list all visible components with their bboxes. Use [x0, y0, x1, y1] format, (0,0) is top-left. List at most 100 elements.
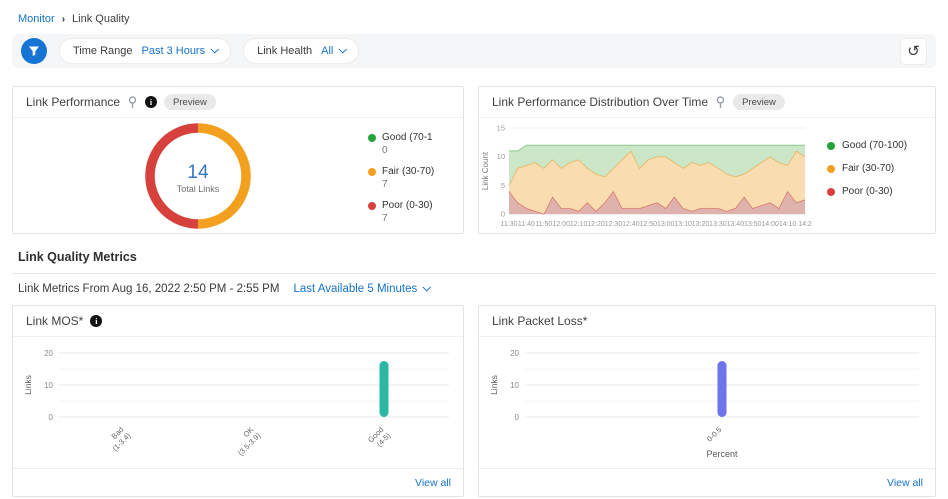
- preview-badge: Preview: [164, 94, 216, 110]
- legend-dot-icon: [368, 168, 376, 176]
- breadcrumb-separator-icon: ›: [62, 14, 65, 25]
- legend-label: Fair (30-70): [842, 163, 894, 174]
- distribution-card-header: Link Performance Distribution Over Time …: [479, 87, 935, 118]
- link-health-value: All: [321, 45, 333, 57]
- section-title: Link Quality Metrics: [18, 250, 930, 264]
- svg-text:10: 10: [510, 381, 519, 390]
- breadcrumb-current: Link Quality: [72, 13, 129, 25]
- link-mos-card-footer: View all: [13, 468, 463, 496]
- svg-text:13:50: 13:50: [744, 221, 762, 228]
- link-health-filter[interactable]: Link Health All: [243, 38, 359, 64]
- svg-text:0: 0: [501, 210, 505, 219]
- link-performance-card-header: Link Performance i Preview: [13, 87, 463, 118]
- metrics-timerange-text: Link Metrics From Aug 16, 2022 2:50 PM -…: [18, 283, 279, 295]
- time-range-value: Past 3 Hours: [142, 45, 206, 57]
- chevron-down-icon: [211, 45, 219, 53]
- time-range-filter[interactable]: Time Range Past 3 Hours: [59, 38, 231, 64]
- chevron-down-icon: [339, 45, 347, 53]
- pin-icon[interactable]: [715, 96, 726, 109]
- svg-text:Links: Links: [489, 375, 499, 395]
- svg-text:10: 10: [44, 381, 53, 390]
- link-performance-card: Link Performance i Preview 14Total Links…: [12, 86, 464, 234]
- donut-legend-item[interactable]: Poor (0-30) 7: [368, 200, 463, 224]
- area-legend-item[interactable]: Good (70-100): [827, 140, 907, 151]
- legend-label: Poor (0-30): [842, 186, 893, 197]
- filter-funnel-button[interactable]: [21, 38, 47, 64]
- svg-text:5: 5: [501, 181, 505, 190]
- pin-icon[interactable]: [127, 96, 138, 109]
- bottom-cards-row: Link MOS* i 01020LinksBad(1-3.4)OK(3.5-3…: [12, 305, 936, 497]
- svg-text:13:20: 13:20: [692, 221, 710, 228]
- chevron-down-icon: [423, 283, 431, 291]
- svg-text:11:50: 11:50: [535, 221, 552, 228]
- area-legend-item[interactable]: Poor (0-30): [827, 186, 907, 197]
- section-divider: [12, 273, 936, 274]
- svg-text:12:40: 12:40: [622, 221, 640, 228]
- svg-text:Percent: Percent: [706, 449, 738, 459]
- svg-text:12:50: 12:50: [640, 221, 658, 228]
- metrics-line: Link Metrics From Aug 16, 2022 2:50 PM -…: [18, 283, 930, 295]
- card-title: Link MOS*: [26, 314, 83, 328]
- svg-text:14:00: 14:00: [761, 221, 779, 228]
- distribution-card: Link Performance Distribution Over Time …: [478, 86, 936, 234]
- card-title: Link Performance Distribution Over Time: [492, 95, 708, 109]
- link-mos-card: Link MOS* i 01020LinksBad(1-3.4)OK(3.5-3…: [12, 305, 464, 497]
- funnel-icon: [28, 45, 40, 57]
- svg-text:14: 14: [187, 162, 209, 183]
- packet-loss-card-footer: View all: [479, 468, 935, 496]
- view-all-link[interactable]: View all: [887, 477, 923, 489]
- link-health-label: Link Health: [257, 45, 312, 57]
- breadcrumb-link-monitor[interactable]: Monitor: [18, 13, 55, 25]
- legend-dot-icon: [827, 165, 835, 173]
- time-window-selector[interactable]: Last Available 5 Minutes: [293, 283, 429, 295]
- time-range-label: Time Range: [73, 45, 133, 57]
- donut-legend-item[interactable]: Fair (30-70) 7: [368, 166, 463, 190]
- info-icon[interactable]: i: [145, 96, 157, 108]
- preview-badge: Preview: [733, 94, 785, 110]
- legend-dot-icon: [827, 188, 835, 196]
- svg-text:11:40: 11:40: [518, 221, 535, 228]
- link-mos-card-body: 01020LinksBad(1-3.4)OK(3.5-3.9)Good(4-5): [13, 337, 463, 468]
- svg-text:Links: Links: [23, 375, 33, 395]
- svg-text:0: 0: [515, 413, 520, 422]
- donut-legend: Good (70-1 0 Fair (30-70) 7 Poor (0-30) 7: [368, 118, 463, 234]
- top-cards-row: Link Performance i Preview 14Total Links…: [12, 86, 936, 234]
- reset-filters-button[interactable]: ↺: [900, 38, 927, 65]
- legend-label: Good (70-100): [842, 140, 907, 151]
- svg-text:14:10: 14:10: [779, 221, 797, 228]
- info-icon[interactable]: i: [90, 315, 102, 327]
- packet-loss-bar-chart: 0 10 20 Links 0-0.5 Percent: [479, 337, 927, 468]
- distribution-area-chart: 05101511:3011:4011:5012:0012:1012:2012:3…: [479, 118, 813, 234]
- link-mos-card-header: Link MOS* i: [13, 306, 463, 337]
- packet-loss-card-header: Link Packet Loss*: [479, 306, 935, 337]
- packet-loss-card: Link Packet Loss* 0 10 20 Links 0-0.5 Percent…: [478, 305, 936, 497]
- legend-value: 0: [382, 145, 463, 156]
- legend-dot-icon: [827, 142, 835, 150]
- link-performance-card-body: 14Total Links Good (70-10Fair (30-70)7Po…: [13, 118, 463, 234]
- svg-text:12:30: 12:30: [605, 221, 623, 228]
- svg-text:Link Count: Link Count: [481, 151, 490, 190]
- legend-value: 7: [382, 179, 463, 190]
- svg-text:12:10: 12:10: [570, 221, 588, 228]
- legend-label: Poor (0-30): [382, 200, 433, 211]
- area-chart-legend: Good (70-100) Fair (30-70) Poor (0-30): [813, 118, 907, 234]
- legend-label: Fair (30-70): [382, 166, 434, 177]
- legend-label: Good (70-1: [382, 132, 433, 143]
- svg-text:20: 20: [510, 349, 519, 358]
- distribution-card-body: 05101511:3011:4011:5012:0012:1012:2012:3…: [479, 118, 935, 234]
- svg-text:11:30: 11:30: [501, 221, 518, 228]
- svg-text:12:00: 12:00: [552, 221, 570, 228]
- svg-text:13:10: 13:10: [674, 221, 692, 228]
- view-all-link[interactable]: View all: [415, 477, 451, 489]
- legend-value: 7: [382, 213, 463, 224]
- donut-chart: 14Total Links: [13, 118, 368, 234]
- svg-text:13:00: 13:00: [657, 221, 675, 228]
- svg-text:13:30: 13:30: [709, 221, 727, 228]
- svg-text:0-0.5: 0-0.5: [705, 425, 723, 443]
- svg-text:12:20: 12:20: [587, 221, 605, 228]
- donut-legend-item[interactable]: Good (70-1 0: [368, 132, 463, 156]
- svg-text:13:40: 13:40: [727, 221, 745, 228]
- area-legend-item[interactable]: Fair (30-70): [827, 163, 907, 174]
- legend-dot-icon: [368, 202, 376, 210]
- svg-text:20: 20: [44, 349, 53, 358]
